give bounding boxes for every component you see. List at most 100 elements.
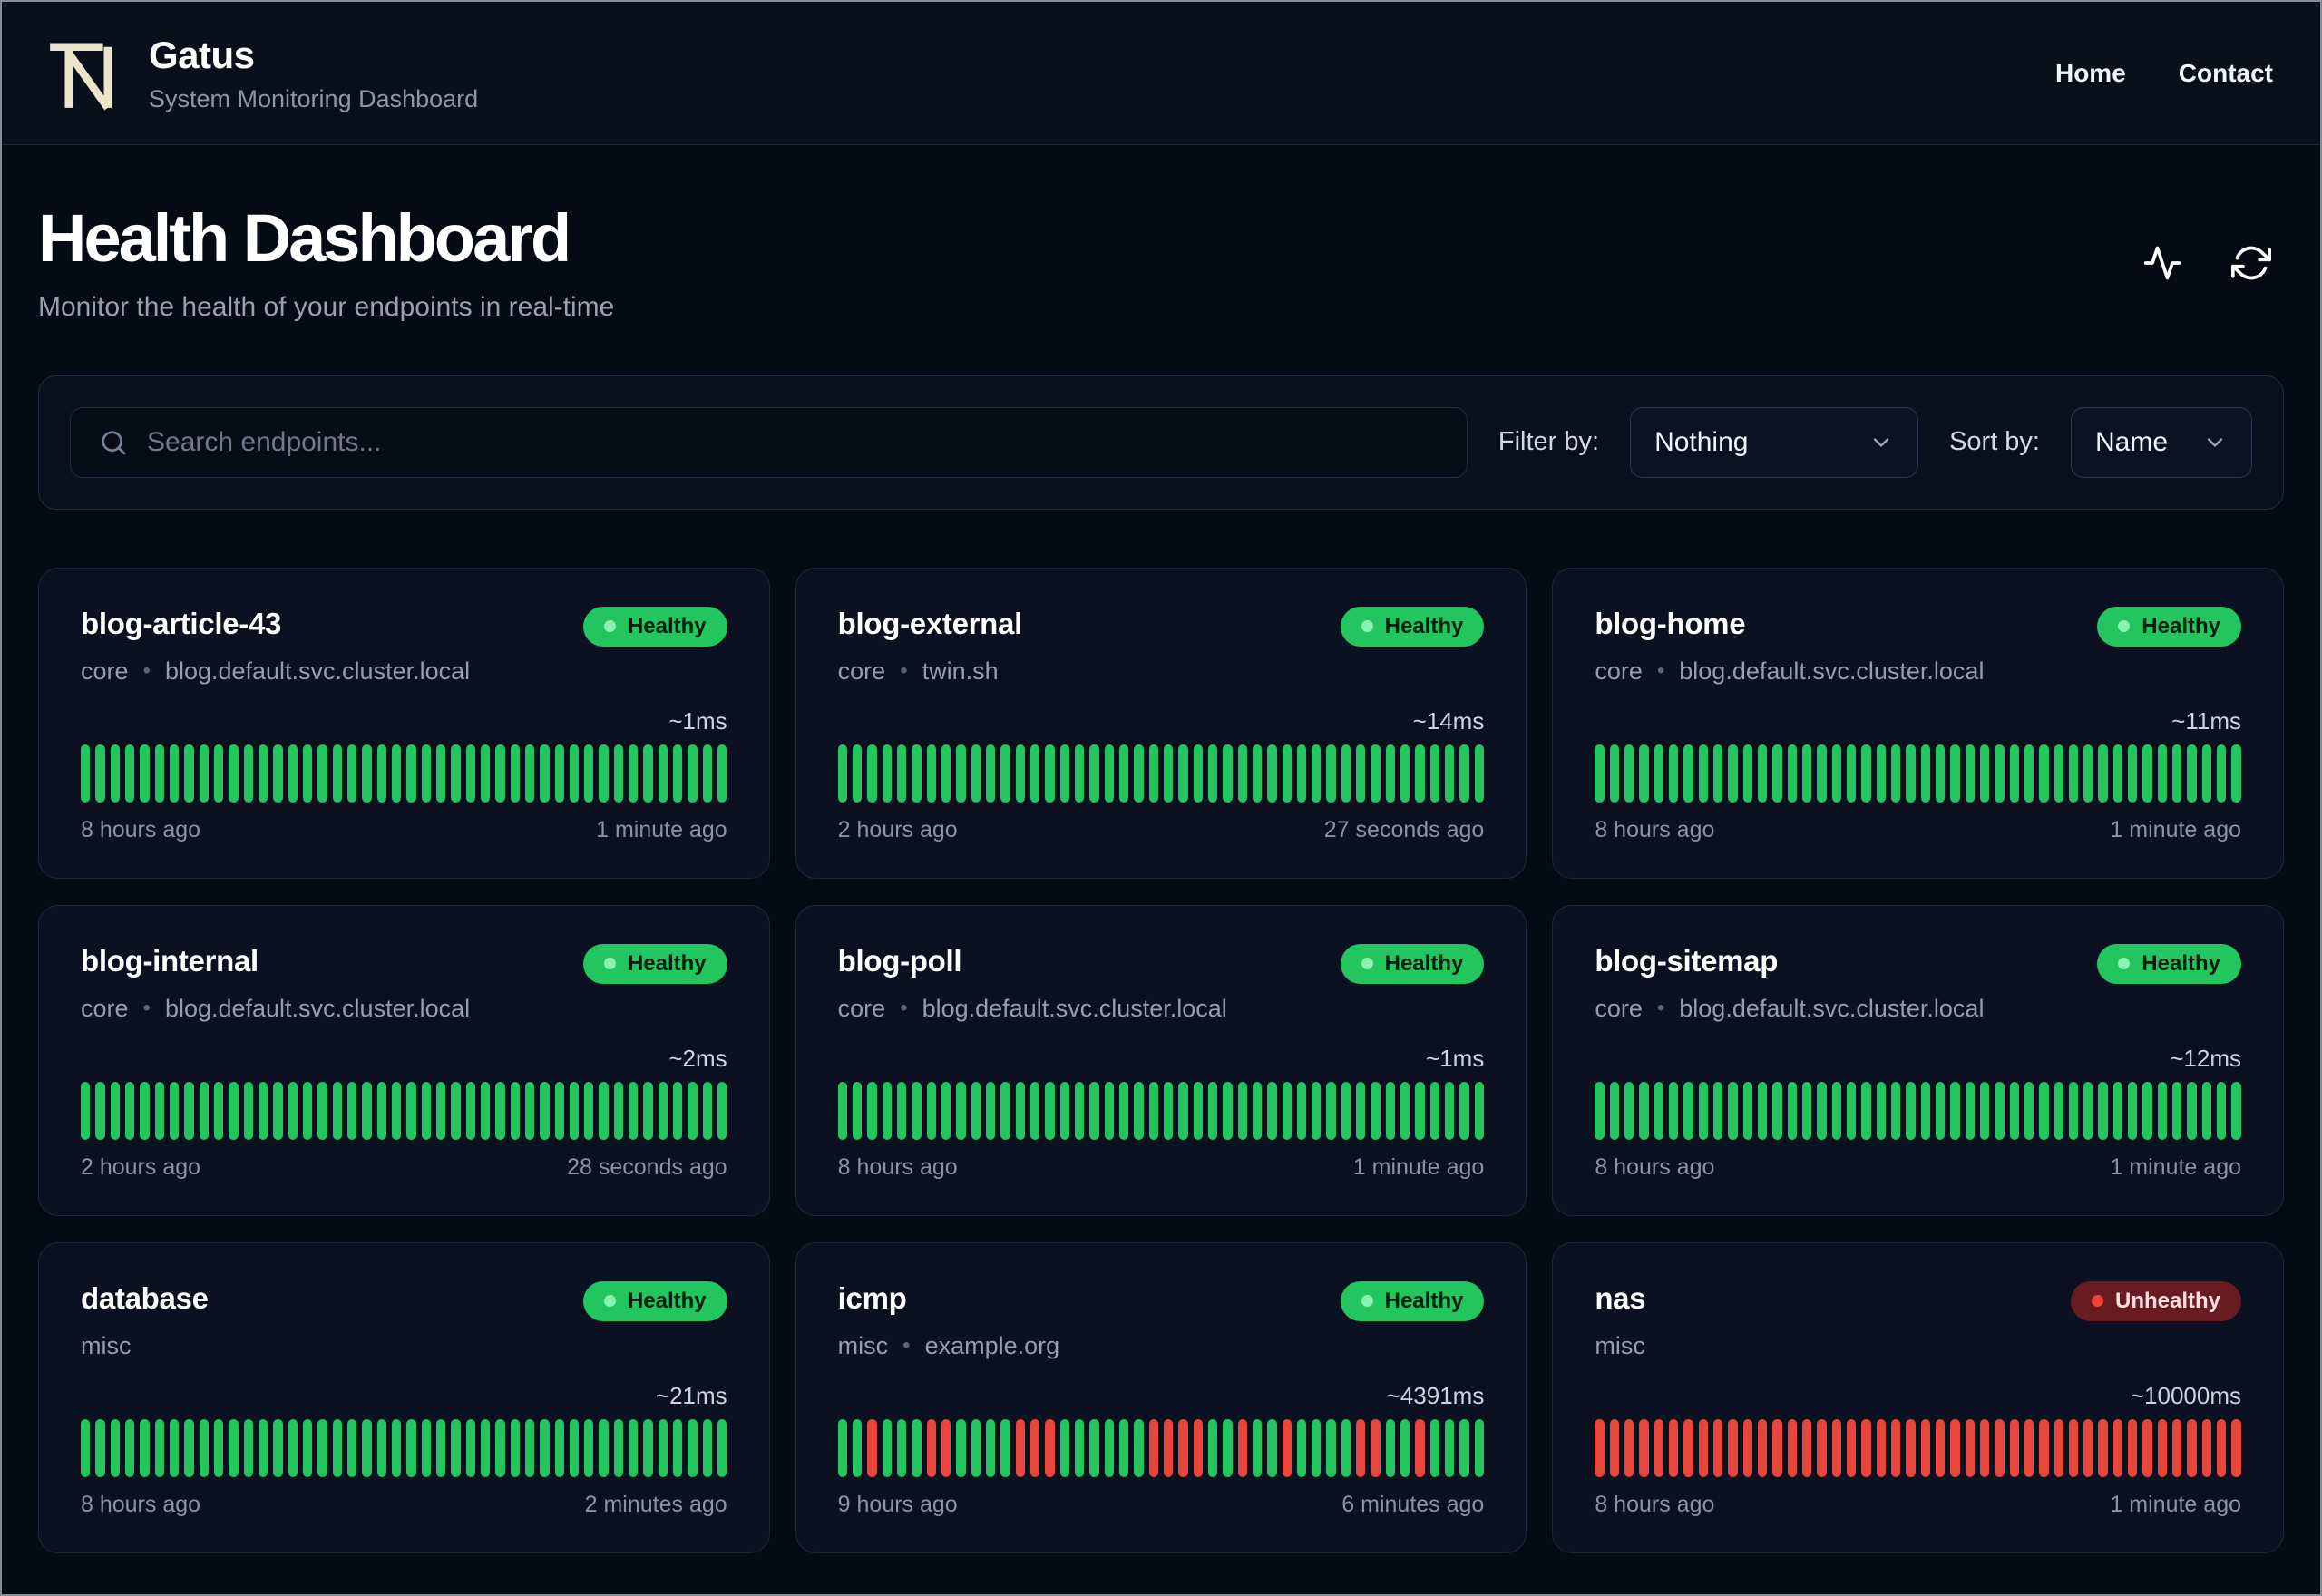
history-bar <box>658 744 668 803</box>
refresh-button[interactable] <box>2231 243 2271 283</box>
history-bar <box>896 1081 907 1140</box>
history-bar <box>1015 1418 1025 1477</box>
history-start-time: 9 hours ago <box>837 1491 958 1517</box>
history-bar <box>1624 744 1634 803</box>
history-bar <box>1474 1418 1485 1477</box>
history-bar <box>1445 744 1455 803</box>
endpoint-card[interactable]: blog-internal Healthy core • blog.defaul… <box>38 904 770 1216</box>
sort-select[interactable]: Name <box>2071 406 2252 478</box>
history-bar <box>2083 1418 2093 1477</box>
history-bar <box>1356 1418 1366 1477</box>
history-bar <box>451 1081 461 1140</box>
history-bar <box>451 1418 461 1477</box>
history-bar <box>1920 744 1930 803</box>
history-bar <box>1712 1081 1723 1140</box>
history-bar <box>510 744 520 803</box>
history-bar <box>435 1081 446 1140</box>
endpoint-card[interactable]: nas Unhealthy misc • ~10000ms 8 hours ag… <box>1552 1241 2284 1553</box>
endpoint-card[interactable]: blog-external Healthy core • twin.sh ~14… <box>795 567 1527 879</box>
history-bar <box>1459 744 1469 803</box>
history-bar <box>702 1081 713 1140</box>
history-bar <box>1935 1081 1946 1140</box>
history-bar <box>302 1418 313 1477</box>
filter-select[interactable]: Nothing <box>1630 406 1919 478</box>
history-bar <box>613 1418 624 1477</box>
history-bar <box>110 744 120 803</box>
history-bar <box>971 1081 981 1140</box>
history-start-time: 2 hours ago <box>837 816 958 842</box>
search-input[interactable] <box>70 406 1468 478</box>
history-bar <box>154 1081 164 1140</box>
nav-link-contact[interactable]: Contact <box>2179 59 2273 88</box>
history-bar <box>896 1418 907 1477</box>
history-bar <box>1639 744 1649 803</box>
history-bar <box>1890 1081 1901 1140</box>
history-bar <box>837 1418 847 1477</box>
history-bar <box>1595 1081 1605 1140</box>
history-bar <box>1000 1418 1010 1477</box>
history-bar <box>154 744 164 803</box>
history-bar <box>435 744 446 803</box>
history-bar <box>1861 744 1871 803</box>
history-start-time: 8 hours ago <box>1595 816 1715 842</box>
history-bar <box>362 1081 372 1140</box>
history-bar <box>540 1081 550 1140</box>
history-end-time: 1 minute ago <box>1352 1153 1485 1180</box>
history-bar <box>554 1418 564 1477</box>
history-bar <box>2142 744 2152 803</box>
endpoint-group: misc <box>837 1331 889 1359</box>
history-bar <box>2083 744 2093 803</box>
history-bar <box>1890 1418 1901 1477</box>
endpoint-card[interactable]: database Healthy misc • ~21ms 8 hours ag… <box>38 1241 770 1553</box>
endpoint-card[interactable]: blog-home Healthy core • blog.default.sv… <box>1552 567 2284 879</box>
history-bar <box>1163 744 1174 803</box>
history-bar <box>243 1081 253 1140</box>
history-bar <box>971 744 981 803</box>
history-bar <box>1312 1081 1322 1140</box>
nav-link-home[interactable]: Home <box>2055 59 2126 88</box>
history-bar <box>1282 744 1292 803</box>
history-bar <box>1326 1081 1336 1140</box>
status-label: Healthy <box>2142 613 2220 638</box>
history-bar <box>1906 1081 1916 1140</box>
history-bar <box>2009 1418 2019 1477</box>
history-bar <box>1429 1418 1440 1477</box>
history-bar <box>1995 1418 2005 1477</box>
card-footer: 8 hours ago 1 minute ago <box>838 1154 1485 1181</box>
history-bar <box>629 744 639 803</box>
history-bar <box>1890 744 1901 803</box>
app-window: Gatus System Monitoring Dashboard Home C… <box>0 0 2322 1596</box>
endpoint-card[interactable]: blog-article-43 Healthy core • blog.defa… <box>38 567 770 879</box>
endpoint-card[interactable]: blog-poll Healthy core • blog.default.sv… <box>795 904 1527 1216</box>
endpoint-card[interactable]: blog-sitemap Healthy core • blog.default… <box>1552 904 2284 1216</box>
history-bar <box>1223 1418 1233 1477</box>
history-bar <box>717 1081 727 1140</box>
activity-icon <box>2143 246 2181 280</box>
history-bar <box>213 1418 224 1477</box>
endpoint-card[interactable]: icmp Healthy misc • example.org ~4391ms … <box>795 1241 1527 1553</box>
history-bar <box>584 1418 594 1477</box>
brand[interactable]: Gatus System Monitoring Dashboard <box>45 34 478 113</box>
history-bar <box>2039 744 2049 803</box>
history-bar <box>1252 744 1263 803</box>
history-bar <box>1935 744 1946 803</box>
history-bar <box>1000 744 1010 803</box>
history-bar <box>1415 1081 1425 1140</box>
history-bar <box>1429 1081 1440 1140</box>
status-dot-icon <box>1361 1295 1373 1308</box>
history-bar <box>1104 744 1114 803</box>
history-bar <box>1267 1081 1277 1140</box>
endpoint-name: blog-article-43 <box>81 606 282 640</box>
history-bar <box>1000 1081 1010 1140</box>
card-footer: 8 hours ago 1 minute ago <box>1595 817 2241 843</box>
activity-button[interactable] <box>2142 243 2182 283</box>
history-bar <box>896 744 907 803</box>
navbar: Gatus System Monitoring Dashboard Home C… <box>2 2 2320 145</box>
history-bar <box>524 1081 535 1140</box>
latency-label: ~10000ms <box>2130 1381 2241 1409</box>
history-bars <box>1595 1418 2241 1477</box>
status-badge: Healthy <box>1340 943 1485 984</box>
history-bar <box>1326 744 1336 803</box>
history-bar <box>2142 1418 2152 1477</box>
status-dot-icon <box>2091 1295 2103 1308</box>
